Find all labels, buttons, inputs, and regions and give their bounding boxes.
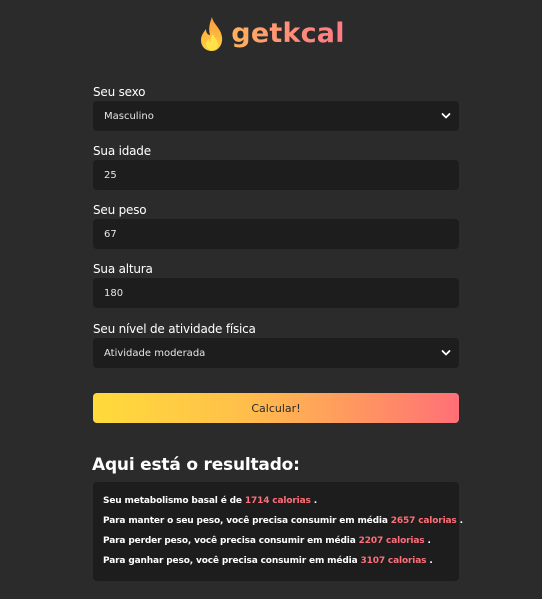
activity-select-value: Atividade moderada [104, 347, 206, 359]
age-input-value: 25 [104, 169, 117, 181]
result-text: Para perder peso, você precisa consumir … [103, 536, 359, 546]
calculate-button[interactable]: Calcular! [93, 393, 459, 423]
sex-label: Seu sexo [93, 85, 146, 99]
result-value: 2657 calorias [390, 516, 457, 526]
result-title: Aqui está o resultado: [92, 455, 300, 475]
result-text: . [310, 496, 318, 506]
result-text: . [456, 516, 463, 526]
sex-select-value: Masculino [104, 110, 154, 122]
result-value: 1714 calorias [244, 496, 311, 506]
result-text: Seu metabolismo basal é de [103, 496, 245, 506]
weight-label: Seu peso [93, 203, 147, 217]
result-line-basal: Seu metabolismo basal é de 1714 calorias… [103, 494, 449, 514]
activity-select[interactable]: Atividade moderada [93, 338, 459, 368]
age-input[interactable]: 25 [93, 160, 459, 190]
height-input[interactable]: 180 [93, 278, 459, 308]
flame-icon [201, 17, 223, 51]
result-text: Para ganhar peso, você precisa consumir … [103, 556, 361, 566]
weight-input[interactable]: 67 [93, 219, 459, 249]
result-text: . [426, 556, 433, 566]
weight-input-value: 67 [104, 228, 117, 240]
height-input-value: 180 [104, 287, 124, 299]
activity-label: Seu nível de atividade física [93, 322, 256, 336]
result-line-maintain: Para manter o seu peso, você precisa con… [103, 514, 463, 534]
result-line-gain: Para ganhar peso, você precisa consumir … [103, 554, 449, 574]
result-text: . [424, 536, 431, 546]
result-value: 2207 calorias [358, 536, 425, 546]
logo: getkcal [0, 16, 542, 52]
result-text: Para manter o seu peso, você precisa con… [103, 516, 391, 526]
kcal-form: Seu sexo Masculino Sua idade 25 Seu peso… [93, 84, 459, 368]
result-box: Seu metabolismo basal é de 1714 calorias… [93, 482, 463, 581]
age-label: Sua idade [93, 144, 151, 158]
sex-select[interactable]: Masculino [93, 101, 459, 131]
result-line-lose: Para perder peso, você precisa consumir … [103, 534, 449, 554]
height-label: Sua altura [93, 262, 153, 276]
result-value: 3107 calorias [360, 556, 427, 566]
chevron-down-icon [441, 113, 451, 119]
chevron-down-icon [441, 350, 451, 356]
brand-name: getkcal [231, 16, 344, 52]
